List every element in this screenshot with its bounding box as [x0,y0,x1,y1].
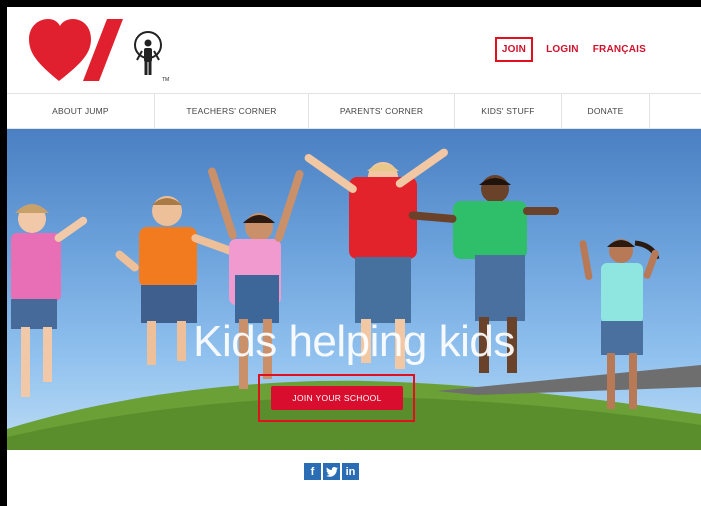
logo[interactable]: TM [27,15,177,87]
login-link[interactable]: LOGIN [539,44,586,55]
site-header: TM JOIN LOGIN FRANÇAIS [7,7,701,93]
twitter-icon[interactable] [323,463,340,480]
francais-link[interactable]: FRANÇAIS [586,44,653,55]
hero-banner: Kids helping kids JOIN YOUR SCHOOL [7,129,701,450]
twitter-bird-icon [325,466,338,477]
nav-item-about-jump[interactable]: ABOUT JUMP [7,94,155,128]
cta-highlight-box: JOIN YOUR SCHOOL [258,374,415,422]
join-your-school-button[interactable]: JOIN YOUR SCHOOL [271,386,403,410]
linkedin-icon[interactable]: in [342,463,359,480]
child-figure-pink-left [11,204,88,397]
svg-text:TM: TM [162,77,169,83]
nav-item-parents-corner[interactable]: PARENTS' CORNER [309,94,455,128]
facebook-icon[interactable]: f [304,463,321,480]
nav-item-teachers-corner[interactable]: TEACHERS' CORNER [155,94,309,128]
join-link[interactable]: JOIN [494,37,534,62]
top-links: JOIN LOGIN FRANÇAIS [494,37,653,62]
nav-item-kids-stuff[interactable]: KIDS' STUFF [455,94,562,128]
main-nav: ABOUT JUMP TEACHERS' CORNER PARENTS' COR… [7,93,701,129]
nav-item-donate[interactable]: DONATE [562,94,650,128]
hero-title: Kids helping kids [193,317,515,366]
social-links: f in [304,463,359,480]
heart-logo-icon: TM [29,19,169,83]
